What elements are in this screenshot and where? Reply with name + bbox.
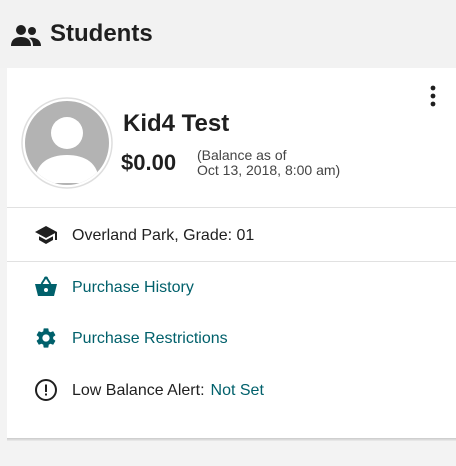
students-page: Students Kid4 Test $0.00 (Balance as of …: [0, 0, 456, 466]
purchase-restrictions-row[interactable]: Purchase Restrictions: [7, 318, 456, 358]
low-balance-value[interactable]: Not Set: [211, 382, 264, 399]
user-avatar-icon: [21, 97, 113, 189]
balance-note-line2: Oct 13, 2018, 8:00 am): [197, 162, 341, 178]
more-vertical-icon[interactable]: [428, 84, 438, 108]
divider: [7, 261, 456, 262]
basket-icon: [35, 276, 57, 296]
purchase-history-row[interactable]: Purchase History: [7, 267, 456, 307]
student-card: Kid4 Test $0.00 (Balance as of Oct 13, 2…: [7, 68, 456, 438]
low-balance-row[interactable]: Low Balance Alert: Not Set: [7, 370, 456, 410]
balance-note: (Balance as of Oct 13, 2018, 8:00 am): [197, 148, 340, 178]
students-header: Students: [0, 0, 456, 68]
balance-amount: $0.00: [121, 150, 177, 175]
alert-circle-icon: [35, 379, 57, 401]
balance-note-line1: (Balance as of: [197, 147, 287, 163]
card-bottom-shadow: [7, 438, 456, 441]
people-icon: [11, 25, 41, 46]
divider: [7, 207, 456, 208]
low-balance-label: Low Balance Alert:: [72, 382, 205, 399]
school-row: Overland Park, Grade: 01: [7, 215, 456, 255]
school-text: Overland Park, Grade: 01: [72, 227, 255, 244]
gear-icon: [36, 328, 56, 348]
student-name: Kid4 Test: [123, 110, 230, 137]
graduation-cap-icon: [35, 226, 57, 244]
low-balance-text: Low Balance Alert: Not Set: [72, 381, 264, 401]
purchase-history-link[interactable]: Purchase History: [72, 278, 194, 298]
page-title: Students: [50, 20, 153, 47]
purchase-restrictions-link[interactable]: Purchase Restrictions: [72, 329, 228, 349]
